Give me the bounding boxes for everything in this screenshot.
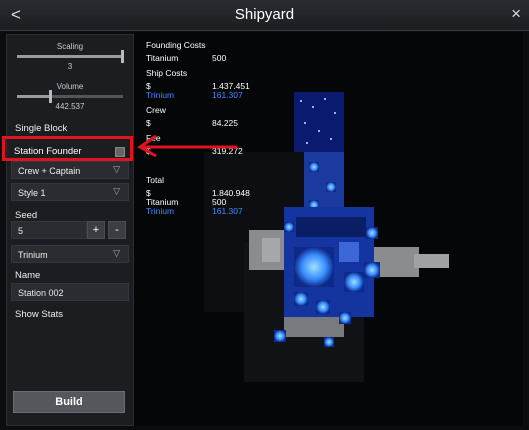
volume-label: Volume <box>56 82 84 91</box>
scaling-label: Scaling <box>56 42 84 51</box>
chevron-down-icon: ▽ <box>113 164 120 174</box>
founding-costs-header: Founding Costs <box>146 40 206 50</box>
crew-header: Crew <box>146 105 166 115</box>
single-block-label: Single Block <box>15 123 68 134</box>
close-button[interactable]: × <box>511 4 521 24</box>
total-trinium-label: Trinium <box>146 206 175 216</box>
total-header: Total <box>146 175 164 185</box>
build-button[interactable]: Build <box>13 391 125 413</box>
style-dropdown-value: Style 1 <box>18 188 46 198</box>
crew-credits-label: $ <box>146 118 151 128</box>
volume-value: 442.537 <box>55 102 85 111</box>
chevron-down-icon: ▽ <box>113 248 120 258</box>
seed-value: 5 <box>18 226 24 236</box>
right-arm <box>374 247 419 277</box>
ship-costs-header: Ship Costs <box>146 68 188 78</box>
volume-slider-fill <box>17 95 49 98</box>
name-label: Name <box>15 270 41 281</box>
crew-dropdown-value: Crew + Captain <box>18 166 81 176</box>
crew-credits-value: 84.225 <box>212 118 238 128</box>
crew-dropdown[interactable]: Crew + Captain ▽ <box>11 161 129 179</box>
material-dropdown[interactable]: Trinium ▽ <box>11 245 129 263</box>
founding-titanium-label: Titanium <box>146 53 179 63</box>
scaling-slider-fill <box>17 55 121 58</box>
volume-slider[interactable] <box>17 90 123 103</box>
title-bar: < Shipyard × <box>0 0 529 31</box>
seed-increment-button[interactable]: + <box>87 221 105 239</box>
ship-trinium-label: Trinium <box>146 90 175 100</box>
total-trinium-value: 161.307 <box>212 206 243 216</box>
annotation-highlight-box <box>2 136 133 161</box>
station-name-input[interactable]: Station 002 <box>11 283 129 301</box>
scaling-slider[interactable] <box>17 50 124 63</box>
style-dropdown[interactable]: Style 1 ▽ <box>11 183 129 201</box>
window-title: Shipyard <box>234 6 295 23</box>
show-stats-toggle[interactable]: Show Stats <box>15 309 63 320</box>
core-glow-block <box>294 247 334 287</box>
ship-preview-viewport[interactable] <box>134 32 523 426</box>
scaling-value: 3 <box>67 62 73 71</box>
seed-decrement-button[interactable]: - <box>108 221 126 239</box>
ship-trinium-value: 161.307 <box>212 90 243 100</box>
seed-input[interactable]: 5 <box>11 221 87 239</box>
chevron-down-icon: ▽ <box>113 186 120 196</box>
station-model <box>204 92 449 382</box>
bottom-arm <box>284 317 344 337</box>
annotation-arrow-icon <box>137 134 237 158</box>
station-name-value: Station 002 <box>18 288 64 298</box>
seed-label: Seed <box>15 210 38 221</box>
material-dropdown-value: Trinium <box>18 250 48 260</box>
settings-sidebar: Scaling 3 Volume 442.537 Single Block St… <box>6 34 134 426</box>
founding-titanium-value: 500 <box>212 53 227 63</box>
